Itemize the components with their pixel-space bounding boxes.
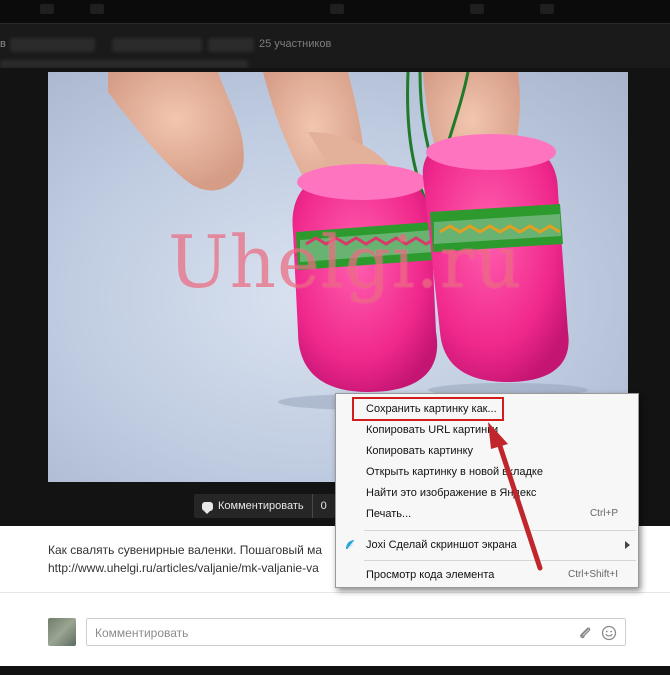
- nav-icon[interactable]: [330, 4, 344, 14]
- menu-separator: [364, 560, 636, 561]
- nav-icon[interactable]: [470, 4, 484, 14]
- photo-actions-bar: Комментировать 0: [194, 494, 335, 518]
- menu-item-print[interactable]: Печать...: [366, 506, 411, 522]
- comment-button-label: Комментировать: [218, 500, 304, 512]
- submenu-arrow-icon: [625, 541, 630, 549]
- blurred-group-name: [10, 38, 95, 52]
- group-header: в 25 участников: [0, 24, 670, 68]
- menu-item-joxi[interactable]: Joxi Сделай скриншот экрана: [366, 537, 517, 553]
- menu-item-search-yandex[interactable]: Найти это изображение в Яндекс: [366, 485, 536, 501]
- bottom-strip: [0, 666, 670, 675]
- nav-icon[interactable]: [90, 4, 104, 14]
- members-count[interactable]: 25 участников: [259, 38, 331, 50]
- menu-item-open-image-new-tab[interactable]: Открыть картинку в новой вкладке: [366, 464, 543, 480]
- comment-button[interactable]: Комментировать: [194, 494, 312, 518]
- post-description-text: Как свалять сувенирные валенки. Пошаговы…: [48, 543, 323, 557]
- top-navigation-bar: [0, 0, 670, 24]
- avatar[interactable]: [48, 618, 76, 646]
- paperclip-icon[interactable]: [577, 625, 593, 641]
- print-shortcut: Ctrl+P: [589, 508, 618, 519]
- group-name-prefix: в: [0, 38, 6, 50]
- comment-count: 0: [311, 494, 335, 518]
- context-menu: Сохранить картинку как... Копировать URL…: [335, 393, 639, 588]
- smile-icon[interactable]: [601, 625, 617, 641]
- divider: [0, 592, 670, 593]
- nav-icon[interactable]: [40, 4, 54, 14]
- menu-item-inspect-element[interactable]: Просмотр кода элемента: [366, 567, 494, 583]
- blurred-subtitle: [0, 60, 248, 68]
- highlight-box: [352, 397, 504, 421]
- inspect-shortcut: Ctrl+Shift+I: [567, 569, 618, 580]
- watermark-text: Uhelgi.ru: [168, 220, 523, 304]
- blurred-group-name: [208, 38, 254, 52]
- comment-input[interactable]: [95, 624, 565, 642]
- nav-icon[interactable]: [540, 4, 554, 14]
- joxi-icon: [346, 539, 356, 550]
- comment-box[interactable]: [86, 618, 626, 646]
- post-link[interactable]: http://www.uhelgi.ru/articles/valjanie/m…: [48, 559, 348, 577]
- menu-item-copy-image-url[interactable]: Копировать URL картинки: [366, 422, 498, 438]
- blurred-group-name: [112, 38, 202, 52]
- comment-bubble-icon: [202, 501, 213, 514]
- menu-item-copy-image[interactable]: Копировать картинку: [366, 443, 473, 459]
- post-description: Как свалять сувенирные валенки. Пошаговы…: [48, 541, 348, 577]
- menu-separator: [364, 530, 636, 531]
